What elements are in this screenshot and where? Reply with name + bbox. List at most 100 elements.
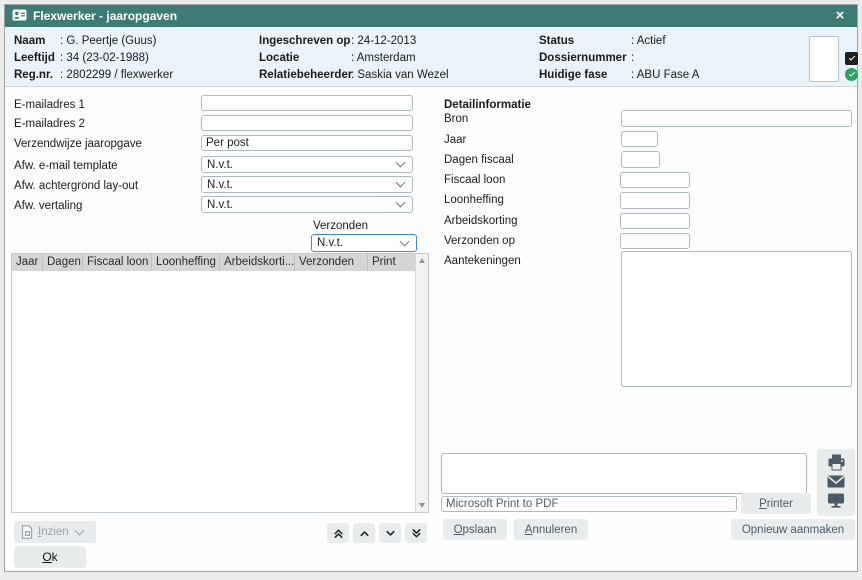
- loonheffing-input[interactable]: [620, 192, 690, 209]
- field-label: Naam: [14, 33, 60, 50]
- mail-icon[interactable]: [827, 475, 845, 491]
- field-label: Reg.nr.: [14, 67, 60, 84]
- close-icon[interactable]: ×: [830, 6, 850, 26]
- field-label: Leeftijd: [14, 50, 60, 67]
- verzonden-op-input[interactable]: [620, 233, 690, 249]
- column-header-loonheffing[interactable]: Loonheffing: [152, 254, 220, 271]
- document-preview-icon: [21, 525, 33, 539]
- field-value: : Amsterdam: [351, 50, 416, 67]
- opslaan-button[interactable]: Opslaan: [443, 519, 507, 540]
- jaaropgaven-table-body: [12, 271, 415, 512]
- field-label: Relatiebeheerder: [259, 67, 351, 84]
- nav-next-button[interactable]: [379, 523, 401, 543]
- aantekeningen-label: Aantekeningen: [444, 253, 521, 269]
- vertaling-label: Afw. vertaling: [14, 198, 82, 214]
- fiscaal-loon-input[interactable]: [620, 172, 690, 188]
- column-header-print[interactable]: Print: [368, 254, 415, 271]
- column-header-dagen[interactable]: Dagen: [43, 254, 83, 271]
- scroll-last-icon: [410, 527, 423, 540]
- monitor-icon[interactable]: [827, 493, 845, 511]
- verzonden-filter-value: N.v.t.: [317, 237, 343, 249]
- printer-icon[interactable]: [827, 454, 846, 474]
- aantekeningen-textarea[interactable]: [621, 251, 852, 387]
- photo-placeholder: [809, 36, 839, 82]
- vertaling-select[interactable]: N.v.t.: [201, 196, 413, 213]
- scroll-down-icon[interactable]: [419, 503, 425, 508]
- info-column-2: Ingeschreven op: 24-12-2013 Locatie: Ams…: [259, 33, 449, 84]
- inzien-button[interactable]: Inzien: [14, 521, 96, 543]
- verzonden-filter-label: Verzonden: [313, 218, 368, 234]
- chevron-down-icon: [396, 158, 406, 168]
- printer-button[interactable]: Printer: [741, 493, 811, 514]
- inzien-label: Inzien: [38, 526, 69, 538]
- nav-prev-button[interactable]: [353, 523, 375, 543]
- email1-input[interactable]: [201, 95, 413, 111]
- field-value: :: [631, 50, 634, 67]
- jaar-input[interactable]: [621, 131, 658, 147]
- dialog-flexwerker-jaaropgaven: Flexwerker - jaaropgaven × Naam: G. Peer…: [4, 4, 858, 572]
- column-header-fiscaal-loon[interactable]: Fiscaal loon: [83, 254, 152, 271]
- chevron-down-icon: [396, 178, 406, 188]
- nav-last-button[interactable]: [405, 523, 427, 543]
- arbeidskorting-input[interactable]: [620, 213, 690, 229]
- screen: { "window": { "title": "Flexwerker - jaa…: [0, 0, 862, 580]
- field-value: : 2802299 / flexwerker: [60, 67, 173, 84]
- vertaling-select-value: N.v.t.: [207, 199, 233, 211]
- field-value: : Actief: [631, 33, 666, 50]
- layout-label: Afw. achtergrond lay-out: [14, 178, 138, 194]
- email2-input[interactable]: [201, 115, 413, 131]
- table-scrollbar[interactable]: [415, 254, 428, 512]
- verzendwijze-label: Verzendwijze jaaropgave: [14, 136, 142, 152]
- opnieuw-aanmaken-button[interactable]: Opnieuw aanmaken: [731, 519, 855, 540]
- field-value: : ABU Fase A: [631, 67, 699, 84]
- scroll-prev-icon: [358, 527, 371, 540]
- fiscaal-loon-label: Fiscaal loon: [444, 172, 505, 188]
- loonheffing-label: Loonheffing: [444, 192, 504, 208]
- title-bar[interactable]: Flexwerker - jaaropgaven ×: [5, 5, 857, 27]
- chevron-down-icon: [400, 236, 410, 246]
- field-label: Locatie: [259, 50, 351, 67]
- opnieuw-aanmaken-label: Opnieuw aanmaken: [742, 524, 844, 536]
- field-label: Huidige fase: [539, 67, 631, 84]
- field-label: Dossiernummer: [539, 50, 631, 67]
- window-title: Flexwerker - jaaropgaven: [33, 9, 830, 23]
- ok-button[interactable]: Ok: [14, 546, 86, 568]
- dagen-fiscaal-label: Dagen fiscaal: [444, 152, 514, 168]
- annuleren-label: Annuleren: [525, 524, 577, 536]
- status-ok-icon: [845, 68, 858, 81]
- column-header-arbeidskorting[interactable]: Arbeidskorti...: [220, 254, 295, 271]
- field-value: : 24-12-2013: [351, 33, 416, 50]
- column-header-verzonden[interactable]: Verzonden: [295, 254, 368, 271]
- jaaropgaven-table-main: Jaar Dagen Fiscaal loon Loonheffing Arbe…: [12, 254, 415, 512]
- checkbox-checked-icon: [845, 52, 858, 65]
- column-header-jaar[interactable]: Jaar: [12, 254, 43, 271]
- bron-input[interactable]: [621, 110, 852, 127]
- email2-label: E-mailadres 2: [14, 116, 85, 132]
- person-info-header: Naam: G. Peertje (Guus) Leeftijd: 34 (23…: [5, 27, 857, 87]
- printer-name-input[interactable]: [441, 496, 737, 512]
- dagen-fiscaal-input[interactable]: [621, 151, 660, 168]
- bron-label: Bron: [444, 111, 468, 127]
- opslaan-label: Opslaan: [454, 524, 497, 536]
- scroll-next-icon: [384, 527, 397, 540]
- field-value: : Saskia van Wezel: [351, 67, 449, 84]
- jaaropgaven-table: Jaar Dagen Fiscaal loon Loonheffing Arbe…: [11, 253, 429, 513]
- info-column-1: Naam: G. Peertje (Guus) Leeftijd: 34 (23…: [14, 33, 173, 84]
- chevron-down-icon: [396, 198, 406, 208]
- output-tools-panel: [817, 449, 855, 516]
- field-label: Status: [539, 33, 631, 50]
- annuleren-button[interactable]: Annuleren: [514, 519, 588, 540]
- email1-label: E-mailadres 1: [14, 97, 85, 113]
- ok-label: Ok: [42, 550, 57, 564]
- verzendwijze-input[interactable]: [201, 135, 413, 151]
- jaar-label: Jaar: [444, 132, 466, 148]
- layout-select[interactable]: N.v.t.: [201, 176, 413, 193]
- verzonden-op-label: Verzonden op: [444, 233, 515, 249]
- verzonden-filter-select[interactable]: N.v.t.: [311, 234, 417, 252]
- field-value: : G. Peertje (Guus): [60, 33, 157, 50]
- printer-label: Printer: [759, 498, 793, 510]
- nav-first-button[interactable]: [327, 523, 349, 543]
- template-select[interactable]: N.v.t.: [201, 156, 413, 173]
- scroll-up-icon[interactable]: [419, 258, 425, 263]
- field-label: Ingeschreven op: [259, 33, 351, 50]
